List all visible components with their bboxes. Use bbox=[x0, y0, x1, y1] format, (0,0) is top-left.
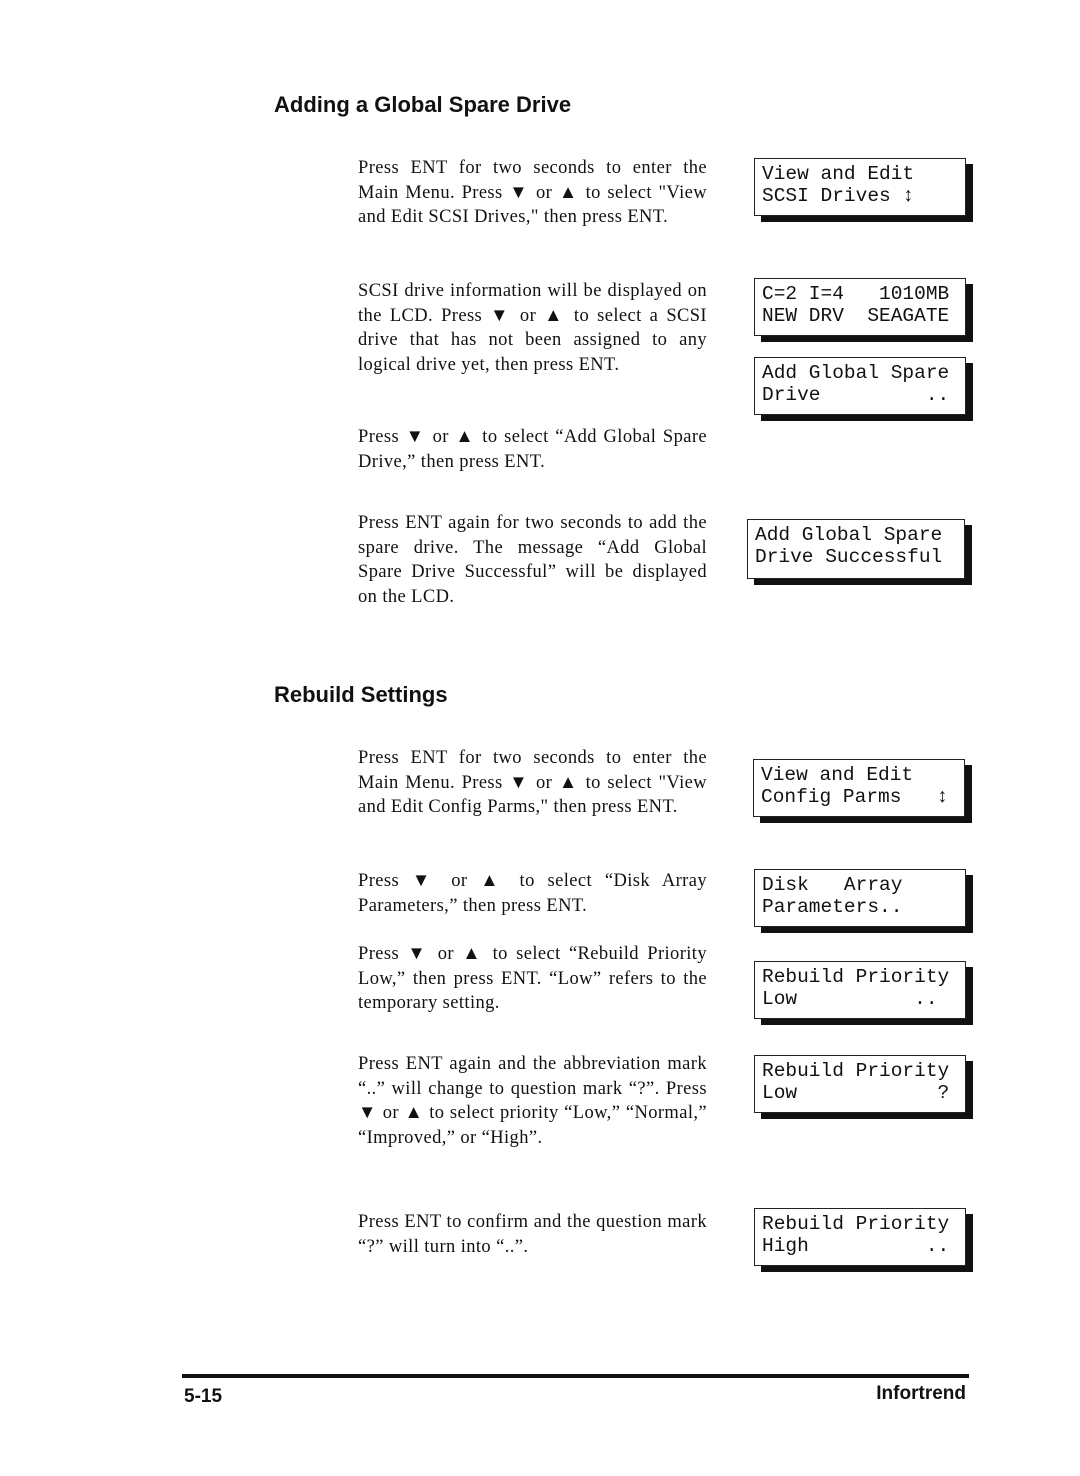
lcd-display: Rebuild Priority High .. bbox=[754, 1208, 966, 1266]
lcd-line: Rebuild Priority bbox=[762, 1213, 950, 1235]
instruction-paragraph: SCSI drive information will be displayed… bbox=[358, 281, 707, 375]
lcd-line: Rebuild Priority bbox=[762, 1060, 950, 1082]
lcd-display: View and Edit Config Parms ↕ bbox=[753, 759, 965, 817]
lcd-display: Disk Array Parameters.. bbox=[754, 869, 966, 927]
instruction-paragraph: Press ENT for two seconds to enter the M… bbox=[358, 158, 707, 227]
lcd-line: Add Global Spare bbox=[762, 362, 950, 384]
lcd-line: Disk Array bbox=[762, 874, 903, 896]
lcd-line: SCSI Drives ↕ bbox=[762, 184, 915, 207]
lcd-line: Drive Successful bbox=[755, 545, 943, 568]
lcd-line: Low .. bbox=[762, 987, 938, 1010]
instruction-paragraph: Press ▼ or ▲ to select “Add Global Spare… bbox=[358, 427, 707, 472]
lcd-line: High .. bbox=[762, 1234, 950, 1257]
lcd-display: Add Global Spare Drive Successful bbox=[747, 519, 965, 579]
lcd-display: View and Edit SCSI Drives ↕ bbox=[754, 158, 966, 216]
lcd-line: Rebuild Priority bbox=[762, 966, 950, 988]
lcd-line: Parameters.. bbox=[762, 895, 903, 918]
page-number: 5-15 bbox=[184, 1386, 223, 1407]
lcd-display: Add Global Spare Drive .. bbox=[754, 357, 966, 415]
instruction-paragraph: Press ▼ or ▲ to select “Rebuild Priority… bbox=[358, 944, 707, 1013]
lcd-line: NEW DRV SEAGATE bbox=[762, 304, 950, 327]
instruction-paragraph: Press ENT to confirm and the question ma… bbox=[358, 1212, 707, 1257]
lcd-display: C=2 I=4 1010MB NEW DRV SEAGATE bbox=[754, 278, 966, 336]
lcd-display: Rebuild Priority Low .. bbox=[754, 961, 966, 1019]
instruction-paragraph: Press ENT again and the abbreviation mar… bbox=[358, 1054, 707, 1148]
lcd-line: C=2 I=4 1010MB bbox=[762, 283, 950, 305]
brand-name: Infortrend bbox=[876, 1383, 966, 1404]
lcd-line: Drive .. bbox=[762, 383, 950, 406]
instruction-paragraph: Press ENT again for two seconds to add t… bbox=[358, 513, 707, 607]
lcd-line: Add Global Spare bbox=[755, 524, 943, 546]
lcd-line: View and Edit bbox=[762, 163, 915, 185]
instruction-paragraph: Press ▼ or ▲ to select “Disk Array Param… bbox=[358, 871, 707, 916]
lcd-line: Low ? bbox=[762, 1081, 950, 1104]
lcd-display: Rebuild Priority Low ? bbox=[754, 1055, 966, 1113]
section-title: Adding a Global Spare Drive bbox=[274, 92, 572, 117]
instruction-paragraph: Press ENT for two seconds to enter the M… bbox=[358, 748, 707, 817]
lcd-line: View and Edit bbox=[761, 764, 914, 786]
lcd-line: Config Parms ↕ bbox=[761, 785, 949, 808]
footer-rule bbox=[182, 1374, 969, 1378]
section-title: Rebuild Settings bbox=[274, 682, 448, 707]
